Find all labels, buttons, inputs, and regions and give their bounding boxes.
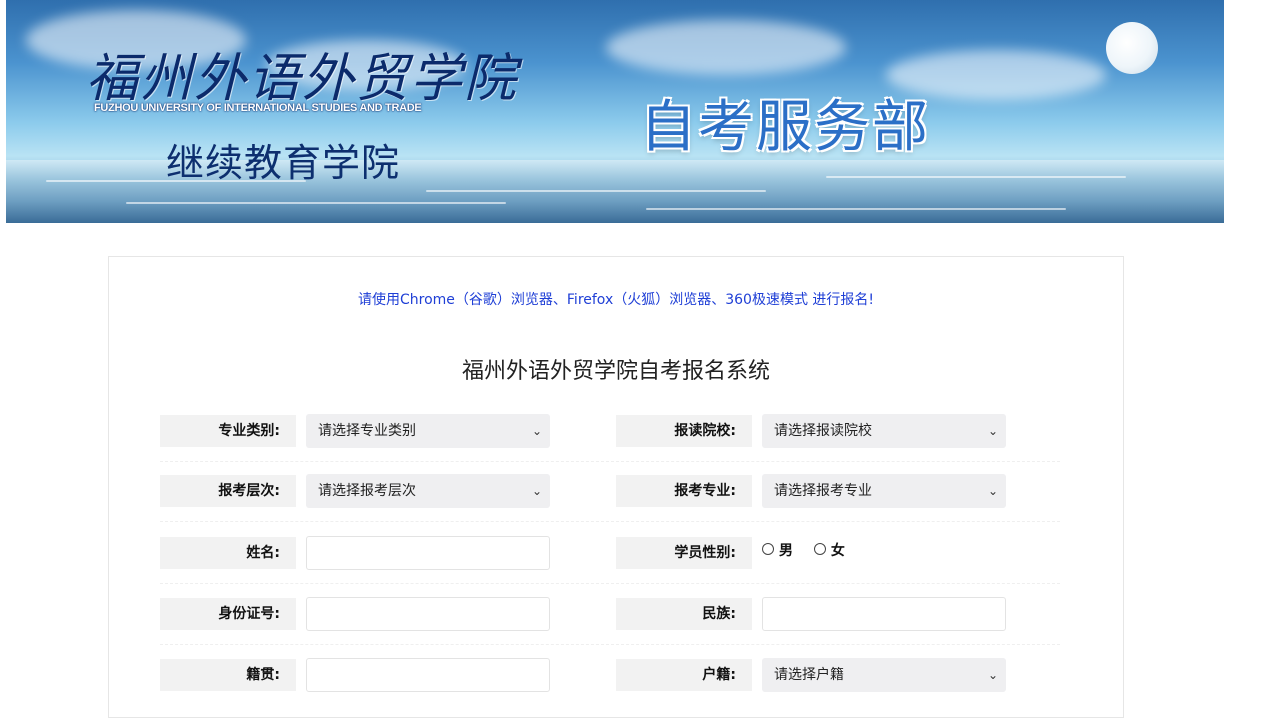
id-number-label: 身份证号: [160, 598, 296, 630]
browser-notice: 请使用Chrome（谷歌）浏览器、Firefox（火狐）浏览器、360极速模式 … [357, 292, 875, 308]
school-label: 报读院校: [616, 415, 752, 447]
cloud-decoration [606, 20, 846, 75]
household-label: 户籍: [616, 659, 752, 691]
radio-circle-icon [762, 543, 774, 555]
household-value: 请选择户籍 [774, 667, 844, 683]
level-value: 请选择报考层次 [318, 483, 416, 499]
major-category-label: 专业类别: [160, 415, 296, 447]
name-label: 姓名: [160, 537, 296, 569]
row-divider [160, 521, 1060, 522]
major-value: 请选择报考专业 [774, 483, 872, 499]
radio-circle-icon [813, 543, 826, 555]
school-logo-script: 福州外语外贸学院 [86, 49, 519, 109]
gender-label: 学员性别: [616, 537, 752, 569]
level-select[interactable]: 请选择报考层次 ⌄ [306, 474, 550, 508]
moon-decoration [1106, 22, 1158, 74]
gender-male-radio[interactable]: 男 [762, 535, 793, 567]
school-value: 请选择报读院校 [774, 423, 872, 439]
header-banner: 福州外语外贸学院 FUZHOU UNIVERSITY OF INTERNATIO… [6, 0, 1224, 223]
row-divider [160, 583, 1060, 584]
name-input[interactable] [306, 536, 550, 570]
gender-female-radio[interactable]: 女 [813, 535, 845, 567]
row-divider [160, 644, 1060, 645]
form-title: 福州外语外贸学院自考报名系统 [461, 359, 770, 384]
chevron-down-icon: ⌄ [987, 424, 998, 438]
ethnicity-label: 民族: [616, 598, 752, 630]
native-place-label: 籍贯: [160, 659, 296, 691]
major-select[interactable]: 请选择报考专业 ⌄ [762, 474, 1006, 508]
registration-panel: 请使用Chrome（谷歌）浏览器、Firefox（火狐）浏览器、360极速模式 … [108, 256, 1124, 718]
id-number-input[interactable] [306, 597, 550, 631]
level-label: 报考层次: [160, 475, 296, 507]
ethnicity-input[interactable] [762, 597, 1006, 631]
school-logo-english: FUZHOU UNIVERSITY OF INTERNATIONAL STUDI… [94, 102, 422, 114]
major-label: 报考专业: [616, 475, 752, 507]
native-place-input[interactable] [306, 658, 550, 692]
gender-male-label: 男 [779, 543, 793, 559]
gender-female-label: 女 [830, 543, 845, 559]
chevron-down-icon: ⌄ [987, 668, 998, 682]
school-select[interactable]: 请选择报读院校 ⌄ [762, 414, 1006, 448]
department-title: 自考服务部 [640, 95, 930, 160]
major-category-value: 请选择专业类别 [318, 423, 416, 439]
gender-radio-group: 男 女 [762, 535, 861, 567]
major-category-select[interactable]: 请选择专业类别 ⌄ [306, 414, 550, 448]
college-name: 继续教育学院 [166, 141, 401, 185]
chevron-down-icon: ⌄ [987, 484, 998, 498]
chevron-down-icon: ⌄ [531, 424, 542, 438]
household-select[interactable]: 请选择户籍 ⌄ [762, 658, 1006, 692]
chevron-down-icon: ⌄ [531, 484, 542, 498]
row-divider [160, 461, 1060, 462]
